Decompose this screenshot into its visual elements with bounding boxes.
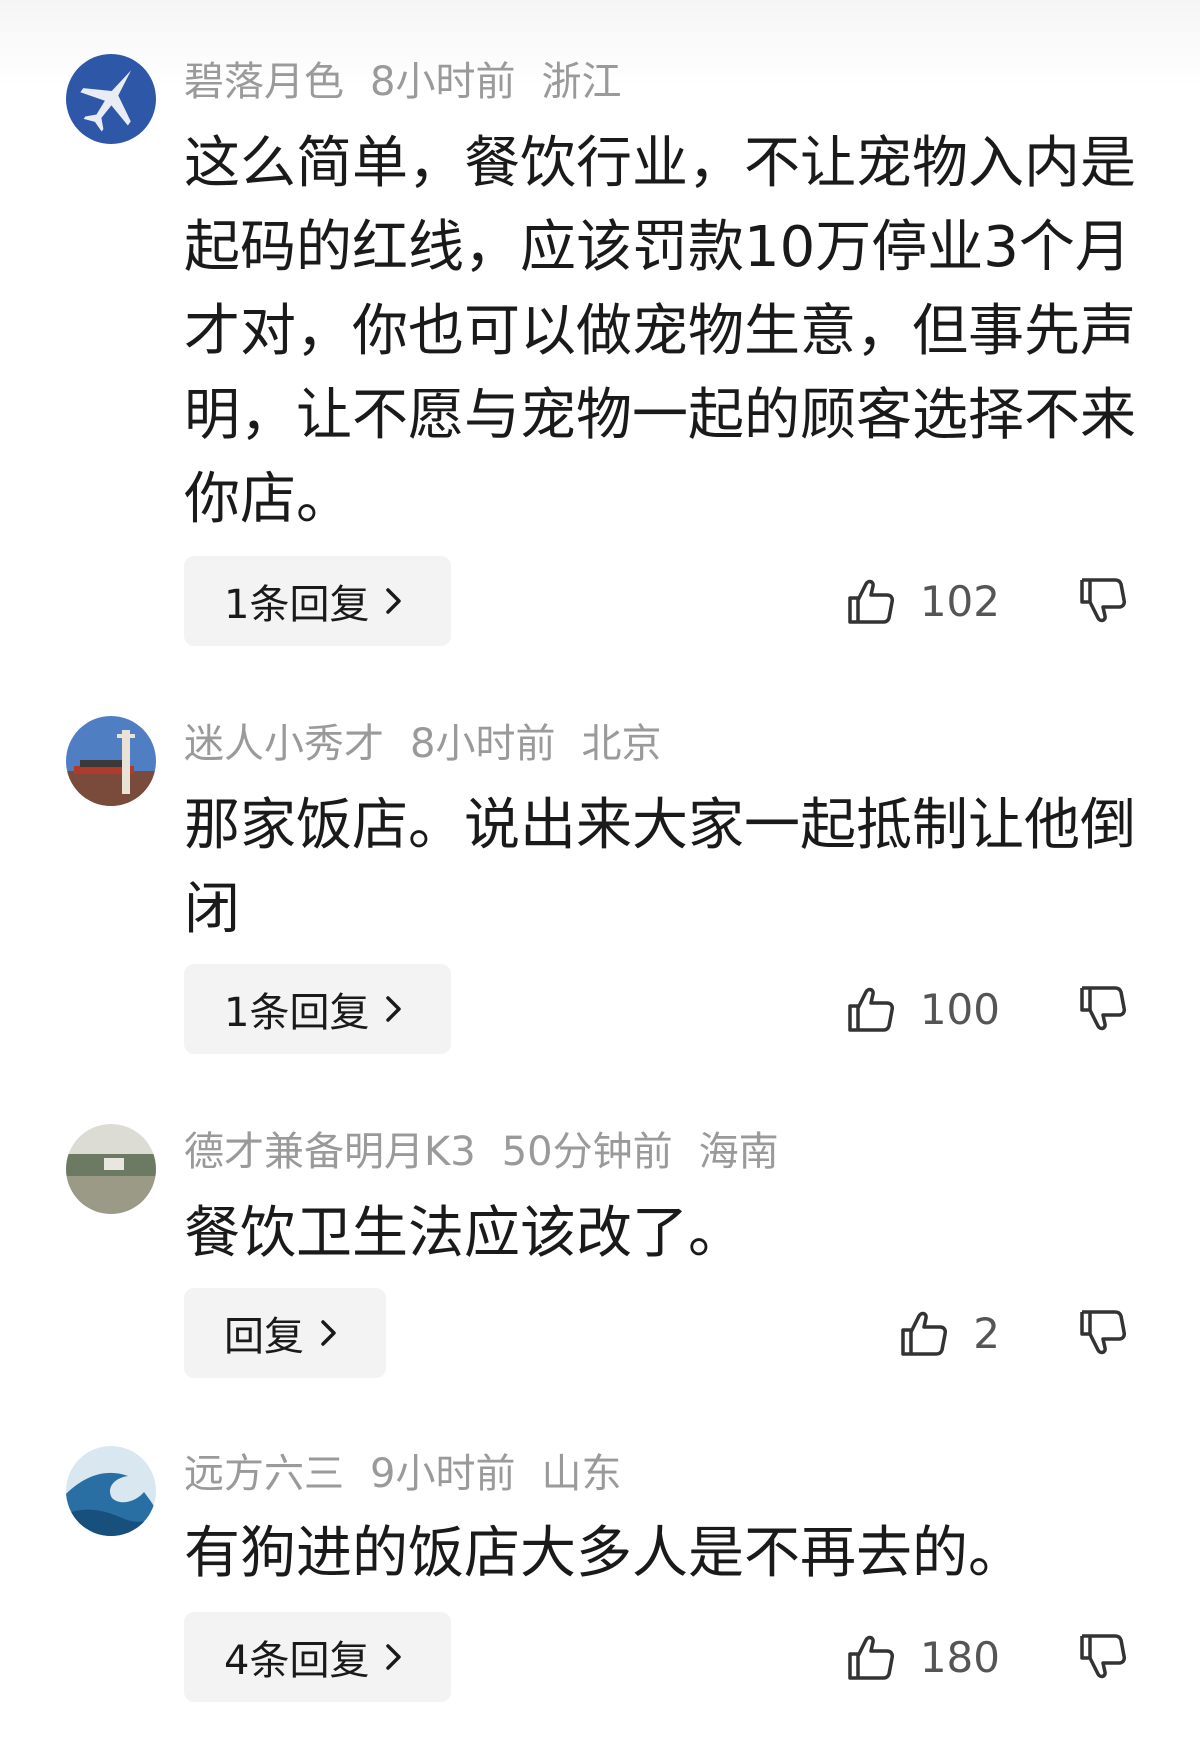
comment-meta: 远方六三 9小时前 山东 xyxy=(184,1446,647,1502)
like-button[interactable]: 2 xyxy=(897,1288,1000,1378)
like-button[interactable]: 180 xyxy=(844,1612,1000,1702)
timestamp: 8小时前 xyxy=(370,59,516,105)
thumbs-up-icon xyxy=(848,1635,894,1680)
user-avatar[interactable] xyxy=(66,1124,156,1214)
ocean-wave-avatar xyxy=(66,1446,156,1536)
reply-label: 回复 xyxy=(224,1314,304,1360)
reply-label: 1条回复 xyxy=(224,582,370,628)
username[interactable]: 碧落月色 xyxy=(184,59,344,105)
lake-landscape-avatar xyxy=(66,1124,156,1214)
thumbs-down-icon[interactable] xyxy=(1076,574,1130,628)
user-avatar[interactable] xyxy=(66,1446,156,1536)
comment-meta: 迷人小秀才 8小时前 北京 xyxy=(184,716,687,772)
comment-meta: 碧落月色 8小时前 浙江 xyxy=(184,54,647,110)
reply-button[interactable]: 4条回复 xyxy=(184,1612,452,1702)
comment-text: 这么简单，餐饮行业，不让宠物入内是起码的红线，应该罚款10万停业3个月才对，你也… xyxy=(184,131,1136,532)
timestamp: 9小时前 xyxy=(370,1451,516,1497)
comment-text: 有狗进的饭店大多人是不再去的。 xyxy=(184,1521,1024,1586)
thumbs-down-icon[interactable] xyxy=(1076,1306,1130,1360)
thumbs-down-icon[interactable] xyxy=(1076,982,1130,1036)
location: 浙江 xyxy=(541,59,622,105)
chevron-right-icon xyxy=(386,588,402,614)
username[interactable]: 德才兼备明月K3 xyxy=(184,1129,476,1175)
chevron-right-icon xyxy=(386,1644,402,1670)
like-count: 2 xyxy=(973,1308,1000,1358)
reply-button[interactable]: 回复 xyxy=(184,1288,386,1378)
tiananmen-avatar xyxy=(66,716,156,806)
like-button[interactable]: 100 xyxy=(844,964,1000,1054)
fighter-jet-avatar xyxy=(66,54,156,144)
user-avatar[interactable] xyxy=(66,716,156,806)
location: 海南 xyxy=(698,1129,779,1175)
thumbs-up-icon xyxy=(848,579,894,624)
username[interactable]: 远方六三 xyxy=(184,1451,344,1497)
reply-label: 1条回复 xyxy=(224,990,370,1036)
reply-label: 4条回复 xyxy=(224,1638,370,1684)
thumbs-down-icon[interactable] xyxy=(1076,1630,1130,1684)
like-count: 102 xyxy=(919,576,1000,626)
comment-text: 那家饭店。说出来大家一起抵制让他倒闭 xyxy=(184,793,1136,942)
chevron-right-icon xyxy=(386,996,402,1022)
timestamp: 8小时前 xyxy=(410,721,556,767)
thumbs-up-icon xyxy=(848,987,894,1032)
timestamp: 50分钟前 xyxy=(501,1129,673,1175)
location: 山东 xyxy=(541,1451,622,1497)
user-avatar[interactable] xyxy=(66,54,156,144)
like-count: 100 xyxy=(919,984,1000,1034)
reply-button[interactable]: 1条回复 xyxy=(184,556,452,646)
thumbs-up-icon xyxy=(901,1311,948,1356)
comment-meta: 德才兼备明月K3 50分钟前 海南 xyxy=(184,1124,805,1180)
comment-text: 餐饮卫生法应该改了。 xyxy=(184,1201,744,1266)
chevron-right-icon xyxy=(321,1320,336,1346)
like-button[interactable]: 102 xyxy=(844,556,1000,646)
username[interactable]: 迷人小秀才 xyxy=(184,721,384,767)
location: 北京 xyxy=(581,721,662,767)
like-count: 180 xyxy=(919,1632,1000,1682)
reply-button[interactable]: 1条回复 xyxy=(184,964,452,1054)
